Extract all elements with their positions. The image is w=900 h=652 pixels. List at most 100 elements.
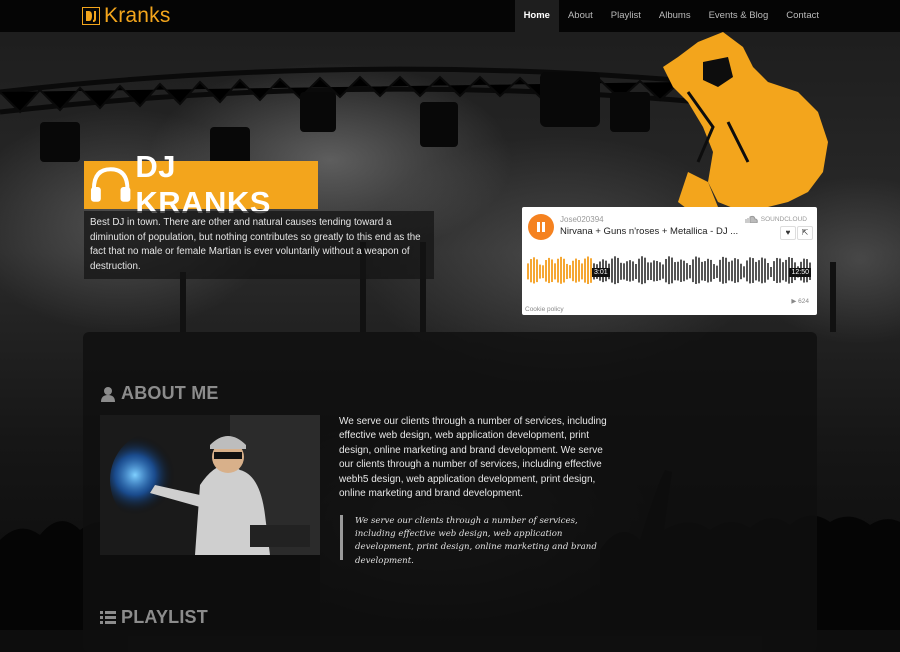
- play-count-icon: ▶: [791, 298, 797, 305]
- waveform-bar: [587, 256, 589, 284]
- waveform-bar: [770, 266, 772, 278]
- nav-playlist[interactable]: Playlist: [602, 0, 650, 32]
- waveform-bar: [632, 261, 634, 281]
- waveform-bar: [542, 265, 544, 279]
- waveform-bar: [728, 261, 730, 281]
- waveform-bar: [536, 259, 538, 283]
- waveform-bar: [539, 264, 541, 279]
- waveform-bar: [623, 263, 625, 280]
- waveform-bar: [680, 259, 682, 282]
- pause-button[interactable]: [528, 214, 554, 240]
- waveform-bar: [614, 256, 616, 285]
- waveform-bar: [779, 258, 781, 283]
- waveform-bar: [752, 258, 754, 283]
- about-title: ABOUT ME: [121, 383, 219, 403]
- waveform-bar: [530, 259, 532, 283]
- waveform-bar: [698, 257, 700, 284]
- waveform-bar: [581, 263, 583, 280]
- current-time: 3:01: [592, 268, 610, 277]
- waveform-bar: [665, 258, 667, 283]
- waveform-bar: [641, 256, 643, 285]
- waveform-bar: [755, 261, 757, 281]
- about-heading: ABOUT ME: [100, 383, 219, 404]
- soundcloud-cloud-icon: [745, 215, 758, 223]
- waveform-bar: [713, 264, 715, 279]
- nav-home[interactable]: Home: [514, 0, 559, 32]
- waveform-bar: [764, 258, 766, 283]
- playlist-title: PLAYLIST: [121, 607, 208, 627]
- waveform-bar: [731, 260, 733, 282]
- share-icon: ⇱: [801, 228, 809, 237]
- waveform-bar: [710, 259, 712, 282]
- soundcloud-player: Jose020394 Nirvana + Guns n'roses + Meta…: [522, 207, 817, 315]
- waveform-bar: [557, 258, 559, 283]
- waveform-bar: [533, 257, 535, 284]
- waveform-bar: [620, 262, 622, 280]
- waveform-bar: [575, 258, 577, 283]
- dj-monogram-icon: [82, 7, 100, 25]
- waveform[interactable]: [527, 248, 812, 298]
- waveform-bar: [569, 265, 571, 279]
- waveform-bar: [668, 256, 670, 285]
- waveform-bar: [677, 261, 679, 281]
- waveform-bar: [626, 261, 628, 281]
- top-navbar: Kranks Home About Playlist Albums Events…: [0, 0, 900, 32]
- dj-silhouette-illustration: [663, 32, 828, 217]
- waveform-bar: [701, 261, 703, 281]
- main-nav: Home About Playlist Albums Events & Blog…: [514, 0, 828, 32]
- user-icon: [101, 386, 115, 402]
- soundcloud-label: SOUNDCLOUD: [760, 215, 807, 223]
- nav-about[interactable]: About: [559, 0, 602, 32]
- waveform-bar: [548, 257, 550, 284]
- headphones-icon: [90, 167, 131, 202]
- waveform-bar: [584, 258, 586, 283]
- waveform-bar: [578, 259, 580, 282]
- waveform-bar: [689, 265, 691, 279]
- waveform-bar: [572, 260, 574, 282]
- nav-contact[interactable]: Contact: [777, 0, 828, 32]
- waveform-bar: [560, 256, 562, 284]
- waveform-bar: [716, 265, 718, 278]
- waveform-bar: [761, 257, 763, 284]
- waveform-bar: [737, 259, 739, 283]
- playlist-heading: PLAYLIST: [100, 607, 208, 628]
- waveform-bar: [647, 262, 649, 281]
- waveform-bar: [704, 261, 706, 281]
- waveform-bar: [686, 263, 688, 280]
- share-button[interactable]: ⇱: [797, 226, 813, 240]
- waveform-bar: [644, 257, 646, 284]
- nav-events-blog[interactable]: Events & Blog: [700, 0, 778, 32]
- waveform-bar: [776, 257, 778, 284]
- waveform-bar: [734, 258, 736, 283]
- waveform-bar: [617, 257, 619, 284]
- dj-photo: [100, 415, 320, 555]
- waveform-bar: [563, 258, 565, 283]
- play-count-value: 624: [798, 298, 809, 305]
- waveform-bar: [551, 259, 553, 283]
- waveform-bar: [671, 257, 673, 284]
- waveform-bar: [740, 263, 742, 280]
- waveform-bar: [743, 266, 745, 278]
- waveform-bar: [662, 264, 664, 279]
- like-button[interactable]: ♥: [780, 226, 796, 240]
- waveform-bar: [554, 263, 556, 280]
- waveform-bar: [527, 263, 529, 280]
- soundcloud-brand[interactable]: SOUNDCLOUD: [744, 215, 807, 223]
- site-logo[interactable]: Kranks: [82, 4, 171, 28]
- nav-albums[interactable]: Albums: [650, 0, 700, 32]
- waveform-bar: [782, 262, 784, 281]
- waveform-bar: [767, 263, 769, 280]
- cookie-policy-link[interactable]: Cookie policy: [525, 306, 564, 313]
- hero-title-banner: DJ KRANKS: [84, 149, 318, 220]
- about-quote: We serve our clients through a number of…: [340, 515, 610, 566]
- heart-icon: ♥: [785, 228, 791, 237]
- waveform-bar: [629, 260, 631, 282]
- track-user[interactable]: Jose020394: [560, 215, 604, 224]
- about-body: We serve our clients through a number of…: [339, 416, 607, 500]
- hero-description: Best DJ in town. There are other and nat…: [84, 211, 434, 279]
- waveform-bar: [749, 257, 751, 284]
- track-title[interactable]: Nirvana + Guns n'roses + Metallica - DJ …: [560, 226, 738, 237]
- waveform-bar: [695, 256, 697, 284]
- waveform-bar: [785, 259, 787, 282]
- play-count: ▶ 624: [791, 297, 809, 305]
